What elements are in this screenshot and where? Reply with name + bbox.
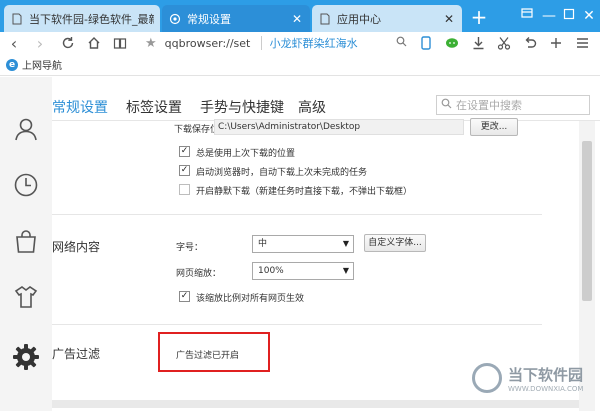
search-icon[interactable] xyxy=(396,36,407,50)
new-tab-button[interactable]: + xyxy=(468,7,490,29)
checkbox-silent-download[interactable] xyxy=(179,184,190,195)
custom-font-button[interactable]: 自定义字体... xyxy=(364,234,426,252)
settings-tab-bar: 常规设置 标签设置 手势与快捷键 高级 在设置中搜索 xyxy=(52,77,600,121)
page-icon xyxy=(10,12,24,26)
address-toolbar: ‹ › ★ qqbrowser://set 小龙虾群染红海水 xyxy=(0,32,600,54)
font-size-select[interactable]: 中 ▼ xyxy=(252,235,354,253)
shirt-icon[interactable] xyxy=(12,283,40,311)
back-icon[interactable]: ‹ xyxy=(4,33,24,53)
navigation-icon: e xyxy=(6,58,18,71)
history-icon[interactable] xyxy=(12,171,40,199)
star-icon[interactable]: ★ xyxy=(145,36,157,51)
hot-search-link[interactable]: 小龙虾群染红海水 xyxy=(270,35,392,51)
close-icon[interactable]: ✕ xyxy=(290,12,304,26)
watermark-text: 当下软件园 xyxy=(508,365,584,384)
skin-icon[interactable] xyxy=(516,6,538,26)
maximize-button[interactable] xyxy=(558,6,580,26)
user-icon[interactable] xyxy=(12,115,40,143)
tab-label: 常规设置 xyxy=(187,12,231,26)
tab-gestures[interactable]: 手势与快捷键 xyxy=(200,97,284,117)
scissors-icon[interactable] xyxy=(494,33,514,53)
close-window-button[interactable]: ✕ xyxy=(578,6,600,26)
tab-label: 当下软件园-绿色软件_最新绿色下 xyxy=(29,12,154,26)
option-label: 总是使用上次下载的位置 xyxy=(196,149,296,159)
watermark-logo-icon xyxy=(472,363,502,393)
ad-filter-status: 广告过滤已开启 xyxy=(176,351,240,361)
settings-search-input[interactable]: 在设置中搜索 xyxy=(436,95,590,115)
search-placeholder: 在设置中搜索 xyxy=(456,99,522,112)
url-text[interactable]: qqbrowser://set xyxy=(165,37,255,50)
zoom-label: 网页缩放： xyxy=(176,269,222,279)
option-label: 启动浏览器时，自动下载上次未完成的任务 xyxy=(196,168,368,178)
checkbox-zoom-all-pages[interactable]: ✓ xyxy=(179,291,190,302)
shopping-bag-icon[interactable] xyxy=(12,227,40,255)
address-bar[interactable]: ★ qqbrowser://set 小龙虾群染红海水 xyxy=(145,33,413,53)
minimize-button[interactable]: — xyxy=(538,6,560,26)
font-size-label: 字号： xyxy=(176,243,204,253)
tab-label: 应用中心 xyxy=(337,12,381,26)
search-icon xyxy=(441,98,452,112)
download-path-field[interactable]: C:\Users\Administrator\Desktop xyxy=(214,119,464,135)
watermark: 当下软件园 WWW.DOWNXIA.COM xyxy=(472,352,600,404)
refresh-icon[interactable] xyxy=(58,33,78,53)
wechat-icon[interactable] xyxy=(442,33,462,53)
tab-strip: 当下软件园-绿色软件_最新绿色下 常规设置 ✕ 应用中心 ✕ + — ✕ xyxy=(0,0,600,32)
bookmark-bar: e 上网导航 xyxy=(0,54,600,76)
tab-app-center[interactable]: 应用中心 ✕ xyxy=(312,5,462,32)
side-rail xyxy=(0,77,52,411)
font-size-value: 中 xyxy=(258,239,268,249)
tab-general-settings[interactable]: 常规设置 ✕ xyxy=(162,5,310,32)
tab-advanced[interactable]: 高级 xyxy=(298,97,326,117)
undo-icon[interactable] xyxy=(520,33,540,53)
tab-general[interactable]: 常规设置 xyxy=(52,97,108,117)
section-title-ad-filter: 广告过滤 xyxy=(52,347,101,361)
reader-icon[interactable] xyxy=(110,33,130,53)
forward-icon[interactable]: › xyxy=(30,33,50,53)
chevron-down-icon: ▼ xyxy=(342,239,349,248)
scrollbar-thumb[interactable] xyxy=(582,141,592,301)
option-label: 开启静默下载（新建任务时直接下载，不弹出下载框） xyxy=(196,187,413,197)
zoom-value: 100% xyxy=(258,266,284,276)
gear-icon[interactable] xyxy=(12,343,40,371)
close-icon[interactable]: ✕ xyxy=(442,12,456,26)
phone-icon[interactable] xyxy=(416,33,436,53)
bookmark-item[interactable]: 上网导航 xyxy=(22,57,62,72)
option-label: 该缩放比例对所有网页生效 xyxy=(196,294,305,304)
tab-downxia[interactable]: 当下软件园-绿色软件_最新绿色下 xyxy=(4,5,160,32)
chevron-down-icon: ▼ xyxy=(342,266,349,275)
checkbox-resume-downloads[interactable]: ✓ xyxy=(179,165,190,176)
checkbox-use-last-location[interactable]: ✓ xyxy=(179,146,190,157)
tab-tabs[interactable]: 标签设置 xyxy=(126,97,182,117)
section-title-web-content: 网络内容 xyxy=(52,240,101,254)
watermark-url: WWW.DOWNXIA.COM xyxy=(508,384,584,393)
page-icon xyxy=(318,12,332,26)
home-icon[interactable] xyxy=(84,33,104,53)
zoom-select[interactable]: 100% ▼ xyxy=(252,262,354,280)
section-divider xyxy=(52,324,542,325)
section-divider xyxy=(52,214,542,215)
change-location-button[interactable]: 更改... xyxy=(470,118,518,136)
menu-icon[interactable] xyxy=(572,33,592,53)
download-icon[interactable] xyxy=(468,33,488,53)
address-divider xyxy=(260,36,262,50)
settings-icon xyxy=(168,12,182,26)
add-icon[interactable] xyxy=(546,33,566,53)
